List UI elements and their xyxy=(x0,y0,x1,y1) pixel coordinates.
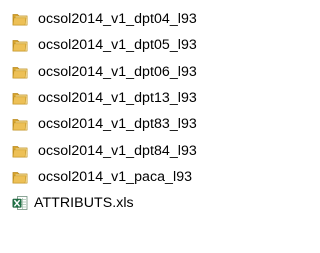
file-name: ocsol2014_v1_dpt06_l93 xyxy=(38,63,197,80)
folder-icon xyxy=(12,40,28,52)
file-name: ocsol2014_v1_dpt05_l93 xyxy=(38,37,197,54)
file-name: ocsol2014_v1_dpt04_l93 xyxy=(38,11,197,28)
file-item-folder[interactable]: ocsol2014_v1_dpt05_l93 xyxy=(12,32,237,58)
folder-icon xyxy=(12,119,28,131)
file-item-folder[interactable]: ocsol2014_v1_dpt83_l93 xyxy=(12,111,237,137)
excel-file-icon xyxy=(12,196,28,211)
file-item-folder[interactable]: ocsol2014_v1_dpt04_l93 xyxy=(12,6,237,32)
file-name: ocsol2014_v1_paca_l93 xyxy=(38,168,193,185)
file-name: ATTRIBUTS.xls xyxy=(34,195,134,212)
file-item-excel[interactable]: ATTRIBUTS.xls xyxy=(12,190,237,216)
folder-icon xyxy=(12,66,28,79)
folder-icon xyxy=(12,93,28,105)
file-name: ocsol2014_v1_dpt13_l93 xyxy=(38,89,197,106)
file-item-folder[interactable]: ocsol2014_v1_dpt84_l93 xyxy=(12,137,237,163)
file-name: ocsol2014_v1_dpt84_l93 xyxy=(38,142,197,159)
folder-icon xyxy=(12,14,28,26)
folder-icon xyxy=(12,145,28,158)
file-item-folder[interactable]: ocsol2014_v1_dpt13_l93 xyxy=(12,85,237,111)
folder-icon xyxy=(12,172,28,184)
file-item-folder[interactable]: ocsol2014_v1_paca_l93 xyxy=(12,164,237,190)
file-list: ocsol2014_v1_dpt04_l93 ocsol2014_v1_dpt0… xyxy=(12,6,237,216)
file-item-folder[interactable]: ocsol2014_v1_dpt06_l93 xyxy=(12,59,237,85)
file-name: ocsol2014_v1_dpt83_l93 xyxy=(38,116,197,133)
